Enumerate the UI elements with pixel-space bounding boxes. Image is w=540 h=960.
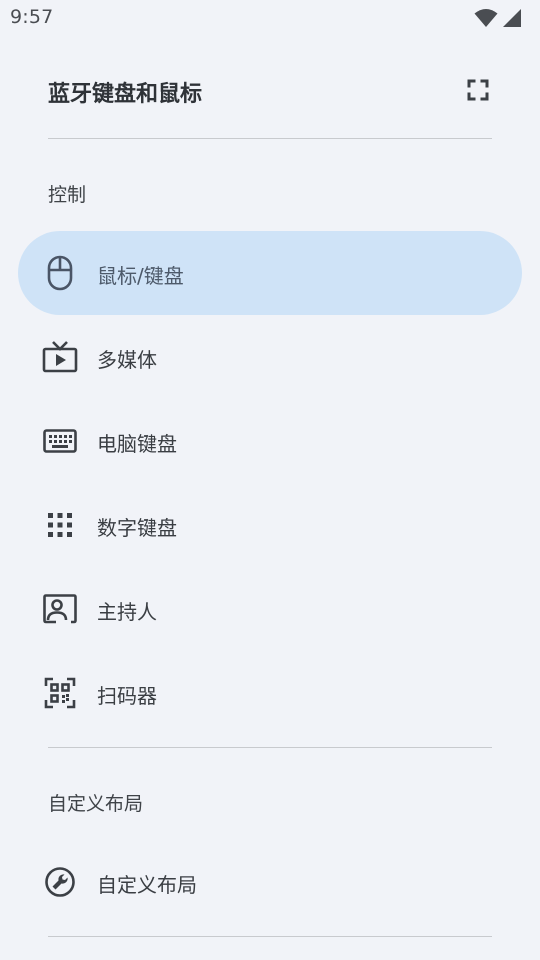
fullscreen-button[interactable] [464, 76, 492, 104]
nav-item-label: 多媒体 [97, 348, 157, 372]
presenter-icon [42, 591, 78, 627]
section-label-control: 控制 [48, 184, 87, 206]
nav-item-label: 电脑键盘 [97, 432, 177, 456]
bottom-divider [48, 936, 492, 937]
navigation-drawer-screen: 9:57 蓝牙键盘和鼠标 控制 鼠标/键盘 多媒体 电脑键盘 数字键盘 主持人 … [0, 0, 540, 960]
nav-item-presenter[interactable]: 主持人 [18, 567, 522, 651]
nav-item-label: 自定义布局 [97, 873, 197, 897]
nav-item-multimedia[interactable]: 多媒体 [18, 315, 522, 399]
nav-item-label: 鼠标/键盘 [97, 264, 184, 288]
status-time: 9:57 [10, 6, 54, 28]
header-divider [48, 138, 492, 139]
nav-item-mouse-keyboard[interactable]: 鼠标/键盘 [18, 231, 522, 315]
mouse-icon [42, 255, 78, 291]
section-divider [48, 747, 492, 748]
keyboard-icon [42, 423, 78, 459]
nav-item-label: 数字键盘 [97, 516, 177, 540]
fullscreen-icon [467, 79, 489, 101]
section-label-custom-layout: 自定义布局 [48, 793, 144, 815]
nav-item-label: 扫码器 [97, 684, 157, 708]
status-bar: 9:57 [0, 0, 540, 36]
nav-item-numpad[interactable]: 数字键盘 [18, 483, 522, 567]
wifi-icon [474, 9, 498, 27]
numpad-grid-icon [42, 507, 78, 543]
drawer-header: 蓝牙键盘和鼠标 [48, 70, 492, 114]
tv-play-icon [42, 339, 78, 375]
cell-signal-icon [503, 9, 521, 27]
nav-item-pc-keyboard[interactable]: 电脑键盘 [18, 399, 522, 483]
status-icons [474, 8, 522, 28]
nav-item-label: 主持人 [97, 600, 157, 624]
nav-item-qr-scanner[interactable]: 扫码器 [18, 651, 522, 735]
nav-item-custom-layout[interactable]: 自定义布局 [18, 840, 522, 924]
app-title: 蓝牙键盘和鼠标 [48, 82, 203, 107]
wrench-icon [42, 864, 78, 900]
qr-scanner-icon [42, 675, 78, 711]
